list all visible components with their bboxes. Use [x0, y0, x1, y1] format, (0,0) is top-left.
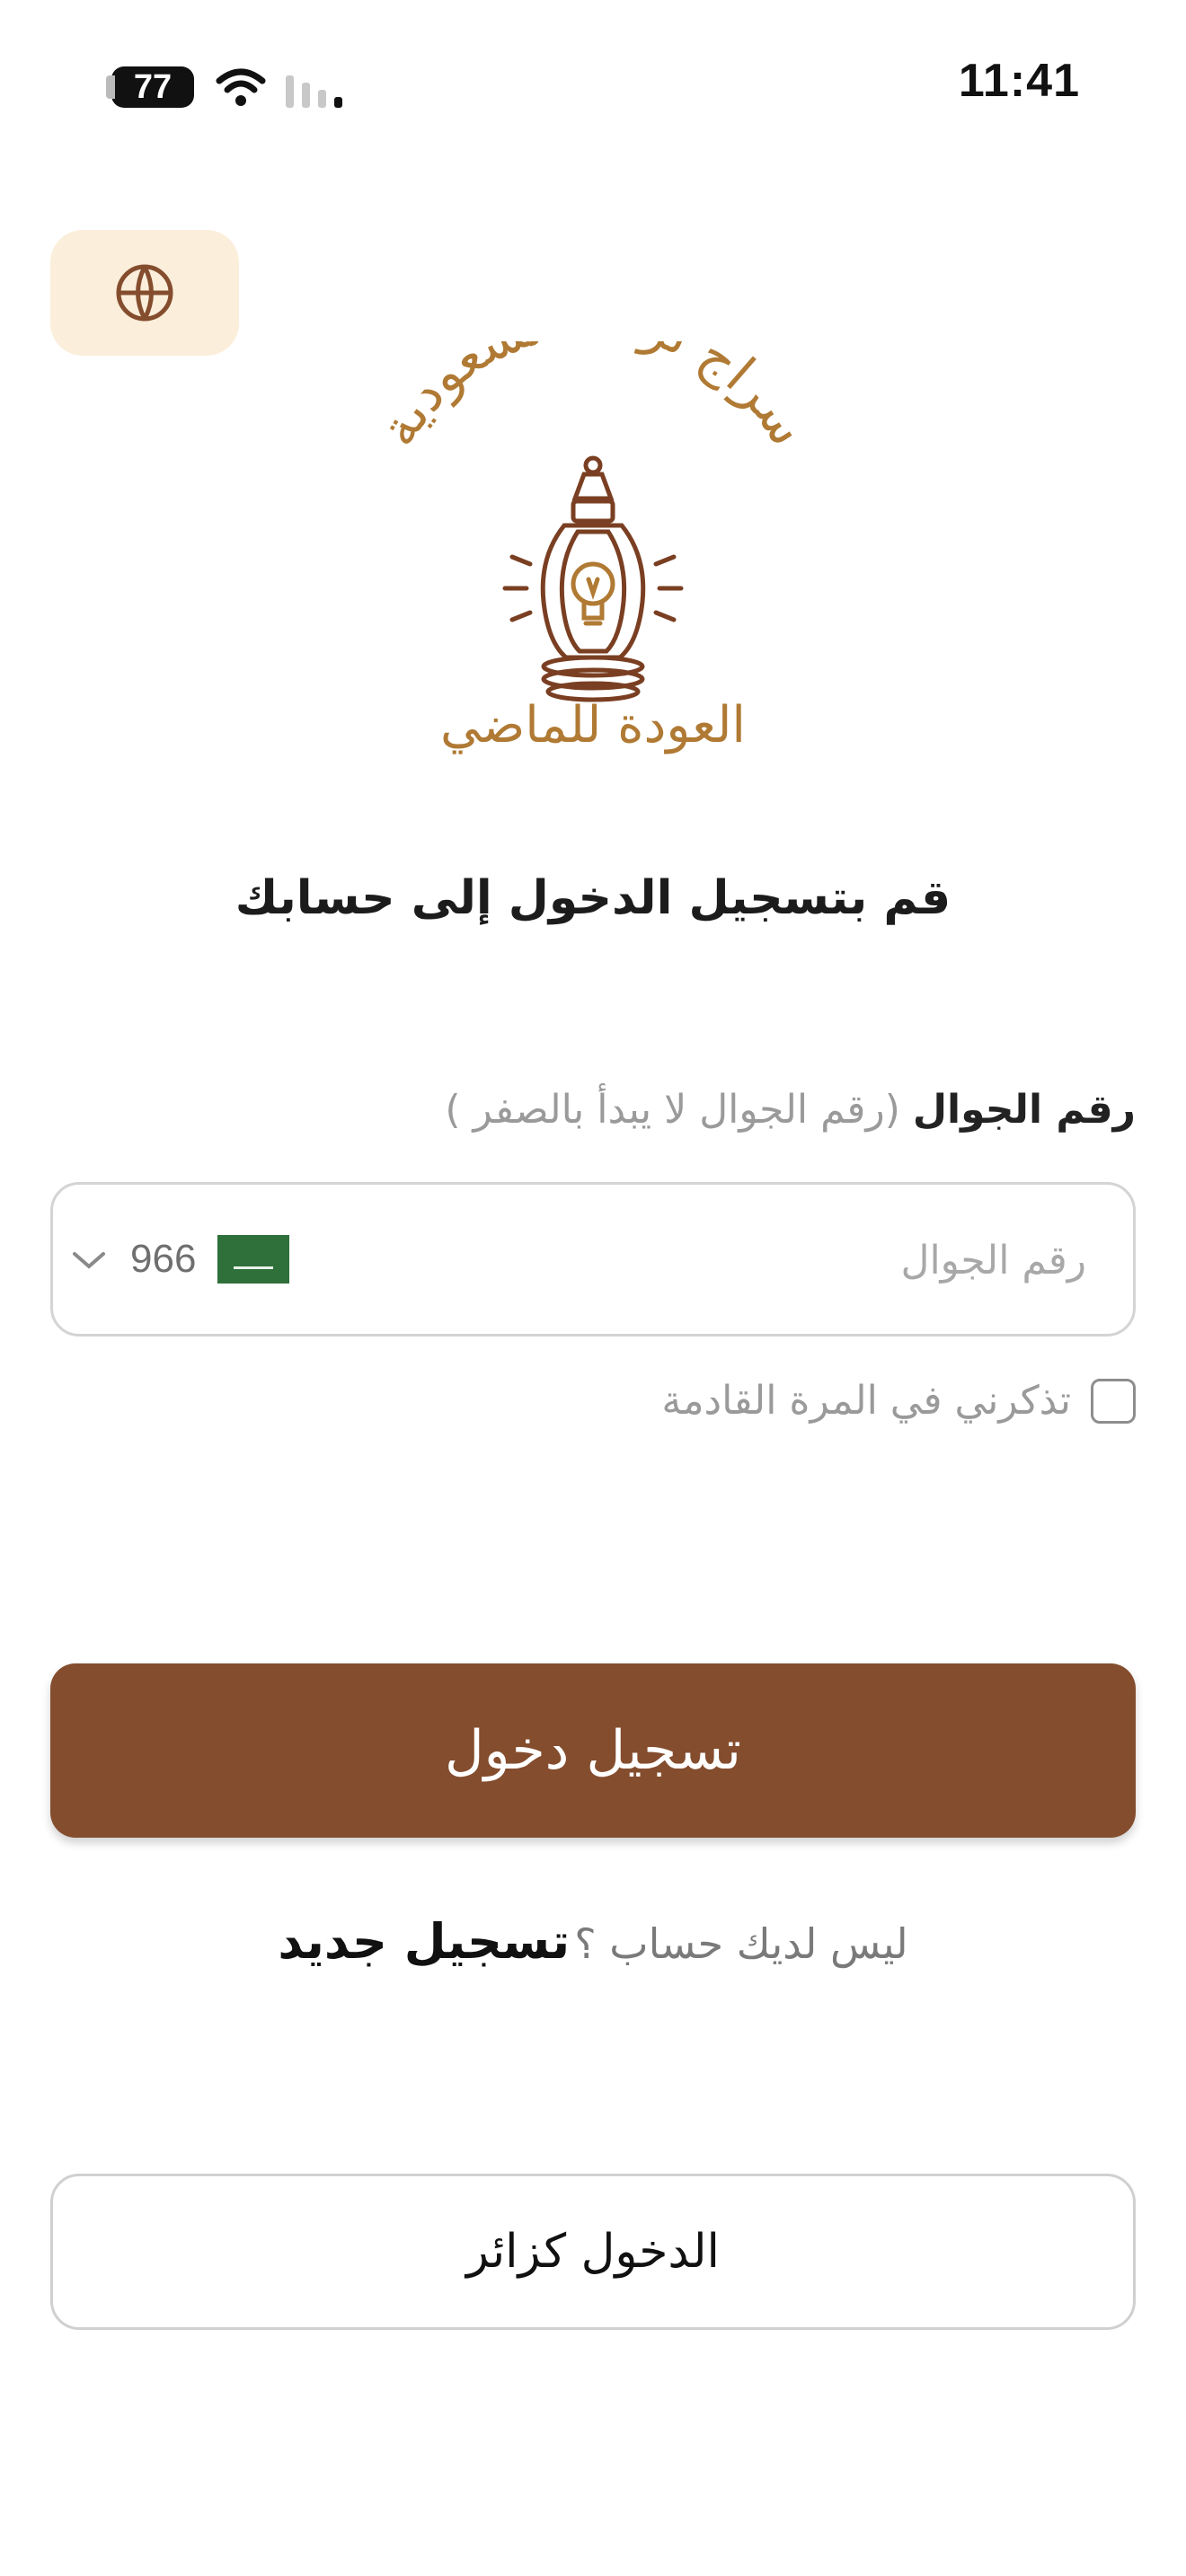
remember-me-label: تذكرني في المرة القادمة	[661, 1378, 1071, 1424]
language-button[interactable]	[50, 230, 239, 356]
phone-input[interactable]	[545, 1185, 1088, 1336]
login-button[interactable]: تسجيل دخول	[50, 1663, 1136, 1838]
phone-field: 966	[50, 1182, 1136, 1337]
battery-indicator: 77	[106, 66, 194, 108]
battery-level: 77	[133, 68, 173, 106]
guest-login-button[interactable]: الدخول كزائر	[50, 2174, 1136, 2330]
no-account-text: ليس لديك حساب ؟	[574, 1919, 908, 1968]
register-link[interactable]: تسجيل جديد	[278, 1913, 570, 1970]
remember-me-row: تذكرني في المرة القادمة	[661, 1378, 1136, 1424]
lantern-bulb-icon	[502, 455, 684, 702]
phone-label-text: رقم الجوال	[912, 1087, 1136, 1133]
logo-tagline: العودة للماضي	[440, 696, 746, 754]
status-time: 11:41	[958, 55, 1080, 107]
register-row: ليس لديك حساب ؟ تسجيل جديد	[0, 1913, 1186, 1970]
phone-label-hint: (رقم الجوال لا يبدأ بالصفر )	[445, 1087, 900, 1133]
globe-icon	[116, 264, 173, 322]
country-code: 966	[130, 1237, 197, 1281]
saudi-flag-icon	[217, 1235, 290, 1284]
remember-me-checkbox[interactable]	[1091, 1378, 1136, 1424]
chevron-down-icon	[73, 1252, 105, 1269]
country-code-select[interactable]: 966	[69, 1185, 290, 1334]
page-title: قم بتسجيل الدخول إلى حسابك	[235, 871, 951, 925]
logo-arc-text: سراج تراث السعودية	[367, 341, 819, 456]
cellular-signal-icon	[286, 75, 342, 108]
phone-field-label: رقم الجوال (رقم الجوال لا يبدأ بالصفر )	[445, 1087, 1136, 1133]
app-logo: سراج تراث السعودية العودة للماضي	[359, 287, 827, 772]
wifi-icon	[216, 68, 266, 106]
